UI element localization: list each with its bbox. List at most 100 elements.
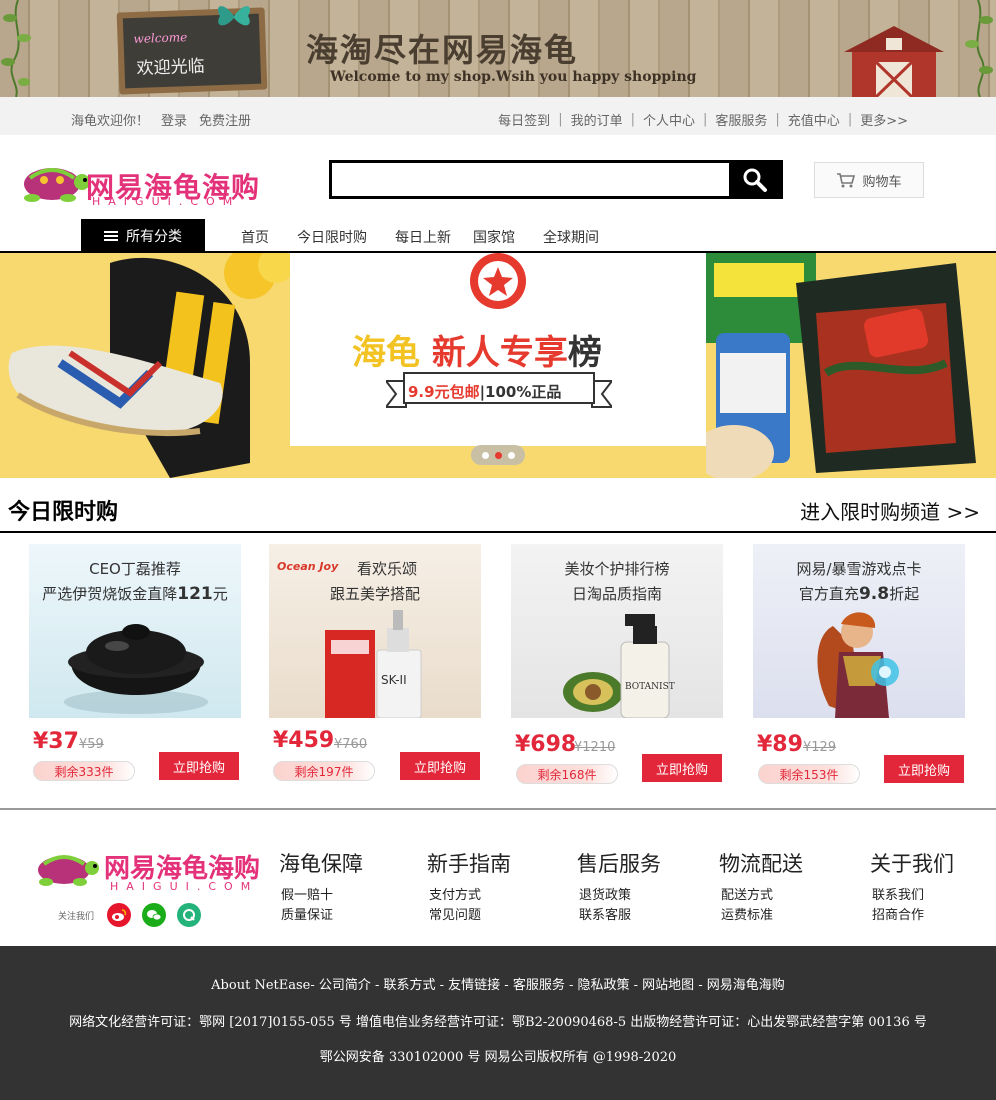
original-price: ¥129	[803, 740, 837, 755]
footer-link[interactable]: 常见问题	[427, 906, 511, 926]
product-image[interactable]: 网易/暴雪游戏点卡 官方直充9.8折起	[753, 544, 965, 718]
product-headline: 美妆个护排行榜	[564, 560, 670, 578]
qq-space-icon[interactable]	[177, 903, 201, 927]
footer-nav-links[interactable]: About NetEase- 公司简介 - 联系方式 - 友情链接 - 客服服务…	[0, 974, 996, 993]
section-divider	[0, 531, 996, 533]
carousel-indicator	[471, 445, 525, 465]
vine-decoration	[1, 0, 31, 97]
promo-center-panel: 海龟 新人专享榜 9.9元包邮|100%正品	[290, 253, 706, 446]
product-subline: 日淘品质指南	[571, 585, 662, 603]
product-subline: 严选伊贺烧饭金直降121元	[42, 584, 228, 604]
game-character-image	[817, 612, 899, 718]
footer-link[interactable]: 假一赔十	[279, 886, 363, 906]
original-price: ¥59	[79, 737, 104, 752]
sale-price: ¥89	[757, 732, 803, 757]
hero-carousel[interactable]: 海龟 新人专享榜 9.9元包邮|100%正品	[0, 253, 996, 478]
nav-item-flash-sale[interactable]: 今日限时购	[297, 227, 367, 247]
product-card[interactable]: Ocean Joy 看欢乐颂 跟五美学搭配 SK-II ¥459 ¥760 剩余…	[269, 544, 481, 789]
flash-sale-channel-link[interactable]: 进入限时购频道 >>	[800, 496, 980, 525]
customer-service-link[interactable]: 客服服务	[715, 110, 767, 129]
welcome-text-cn: 欢迎光临	[136, 56, 205, 79]
banner-subtitle: Welcome to my shop.Wsih you happy shoppi…	[330, 69, 697, 85]
login-link[interactable]: 登录	[161, 110, 187, 129]
stock-remaining: 剩余153件	[758, 764, 860, 784]
shopping-cart-button[interactable]: 购物车	[814, 162, 924, 198]
license-info: 网络文化经营许可证：鄂网 [2017]0155-055 号 增值电信业务经营许可…	[69, 1015, 927, 1030]
footer-link[interactable]: 支付方式	[427, 886, 511, 906]
copyright-footer: About NetEase- 公司简介 - 联系方式 - 友情链接 - 客服服务…	[0, 946, 996, 1100]
greeting-text: 海龟欢迎你！	[71, 114, 150, 129]
nav-item-country-hall[interactable]: 国家馆	[473, 227, 515, 247]
product-headline: 看欢乐颂	[356, 560, 417, 578]
footer-link[interactable]: 招商合作	[870, 906, 954, 926]
separator: |	[847, 112, 853, 127]
footer-column-title: 新手指南	[427, 852, 511, 876]
daily-checkin-link[interactable]: 每日签到	[498, 110, 550, 129]
product-card[interactable]: 美妆个护排行榜 日淘品质指南 BOTANIST ¥698 ¥1210 剩余168…	[511, 544, 723, 789]
my-orders-link[interactable]: 我的订单	[571, 110, 623, 129]
search-bar	[329, 160, 783, 199]
wechat-icon[interactable]	[142, 903, 166, 927]
svg-text:SK-II: SK-II	[381, 673, 407, 687]
butterfly-icon	[217, 6, 251, 26]
nav-item-home[interactable]: 首页	[241, 227, 269, 247]
footer-link[interactable]: 质量保证	[279, 906, 363, 926]
nav-item-global[interactable]: 全球期间	[543, 227, 599, 247]
buy-now-button[interactable]: 立即抢购	[159, 752, 239, 780]
footer-link[interactable]: 配送方式	[719, 886, 803, 906]
brand-label-text: BOTANIST	[625, 682, 675, 692]
footer-column-title: 售后服务	[577, 852, 661, 876]
main-nav: 首页 今日限时购 每日上新 国家馆 全球期间	[241, 227, 599, 247]
product-image[interactable]: CEO丁磊推荐 严选伊贺烧饭金直降121元	[29, 544, 241, 718]
product-headline: CEO丁磊推荐	[89, 560, 181, 578]
stock-remaining: 剩余333件	[33, 761, 135, 781]
welcome-text-small: welcome	[133, 30, 188, 47]
footer-link[interactable]: 联系我们	[870, 886, 954, 906]
star-medal-icon	[470, 253, 526, 309]
product-card[interactable]: 网易/暴雪游戏点卡 官方直充9.8折起 ¥89 ¥129 剩余153件 立即抢购	[753, 544, 965, 789]
weibo-icon[interactable]	[107, 903, 131, 927]
footer-column-guarantee: 海龟保障 假一赔十 质量保证	[279, 848, 363, 926]
skincare-bottle-image: SK-II	[325, 610, 422, 718]
original-price: ¥760	[334, 737, 368, 752]
products-divider	[0, 808, 996, 810]
section-title: 今日限时购	[8, 500, 119, 525]
footer-column-logistics: 物流配送 配送方式 运费标准	[719, 848, 803, 926]
footer-link[interactable]: 退货政策	[577, 886, 661, 906]
buy-now-button[interactable]: 立即抢购	[884, 755, 964, 783]
product-image[interactable]: Ocean Joy 看欢乐颂 跟五美学搭配 SK-II	[269, 544, 481, 718]
recharge-center-link[interactable]: 充值中心	[788, 110, 840, 129]
carousel-dot-active[interactable]	[494, 451, 502, 459]
search-button[interactable]	[729, 163, 780, 196]
product-subline: 官方直充9.8折起	[798, 584, 920, 604]
buy-now-button[interactable]: 立即抢购	[642, 754, 722, 782]
sale-price: ¥37	[33, 729, 79, 754]
nav-item-daily-new[interactable]: 每日上新	[395, 227, 451, 247]
product-subline: 跟五美学搭配	[329, 585, 420, 603]
buy-now-button[interactable]: 立即抢购	[400, 752, 480, 780]
snack-products-image	[706, 253, 976, 478]
user-center-link[interactable]: 个人中心	[643, 110, 695, 129]
carousel-dot[interactable]	[507, 451, 515, 459]
search-input[interactable]	[332, 163, 729, 196]
vine-decoration	[965, 0, 993, 97]
register-link[interactable]: 免费注册	[199, 110, 251, 129]
promo-ribbon-text: 9.9元包邮|100%正品	[408, 383, 562, 401]
more-link[interactable]: 更多>>	[860, 110, 908, 129]
footer-column-title: 关于我们	[870, 852, 954, 876]
sale-price: ¥698	[515, 732, 577, 757]
footer-link[interactable]: 联系客服	[577, 906, 661, 926]
product-image[interactable]: 美妆个护排行榜 日淘品质指南 BOTANIST	[511, 544, 723, 718]
barn-illustration	[844, 26, 944, 97]
all-categories-button[interactable]: 所有分类	[81, 219, 205, 252]
top-utility-bar: 海龟欢迎你！ 登录 免费注册 每日签到 | 我的订单 | 个人中心 | 客服服务…	[0, 97, 996, 135]
follow-us-label: 关注我们	[58, 912, 95, 922]
promo-title: 海龟 新人专享榜	[352, 333, 602, 373]
carousel-dot[interactable]	[481, 451, 489, 459]
footer-link[interactable]: 运费标准	[719, 906, 803, 926]
footer-column-title: 物流配送	[719, 852, 803, 876]
menu-icon	[104, 230, 118, 241]
separator: |	[775, 112, 780, 127]
separator: |	[703, 112, 708, 127]
product-card[interactable]: CEO丁磊推荐 严选伊贺烧饭金直降121元 ¥37 ¥59 剩余333件 立即抢…	[29, 544, 241, 789]
